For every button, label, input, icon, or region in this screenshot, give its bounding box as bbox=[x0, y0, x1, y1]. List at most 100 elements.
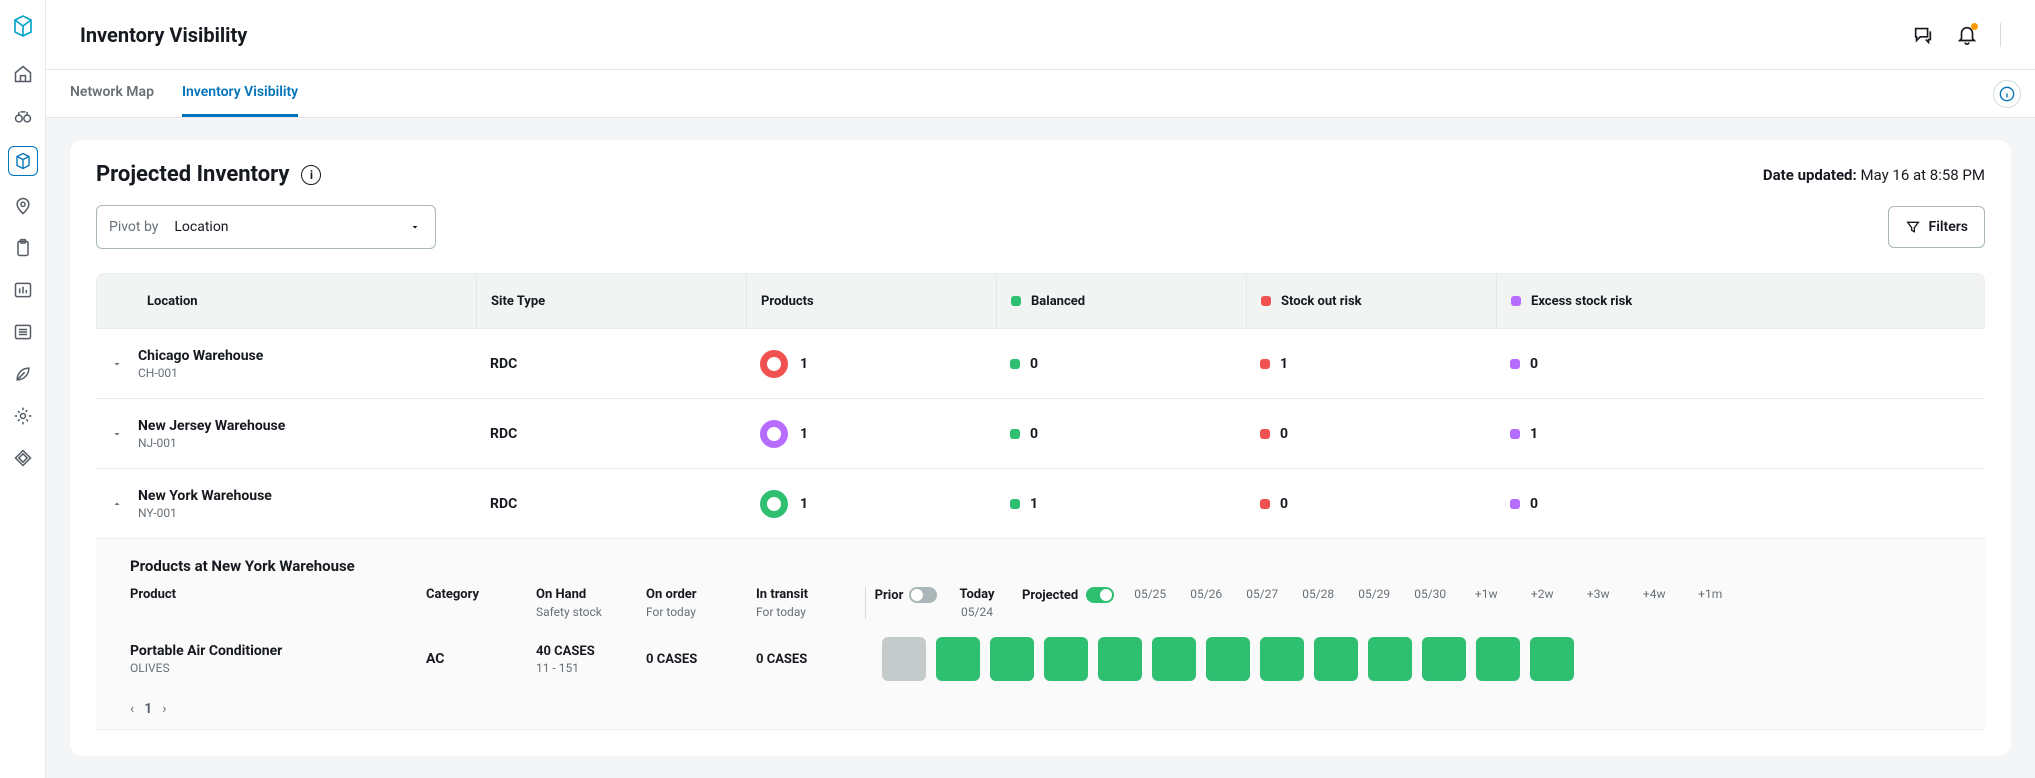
header-excess: Excess stock risk bbox=[1497, 294, 1984, 309]
tab-bar: Network Map Inventory Visibility bbox=[46, 70, 2035, 118]
binoculars-icon[interactable] bbox=[11, 104, 35, 128]
location-code: NJ-001 bbox=[138, 436, 285, 450]
expand-toggle[interactable] bbox=[104, 498, 130, 510]
list-icon[interactable] bbox=[11, 320, 35, 344]
donut-icon bbox=[760, 420, 788, 448]
dot-icon bbox=[1510, 359, 1520, 369]
tab-network-map[interactable]: Network Map bbox=[70, 70, 154, 117]
leaf-icon[interactable] bbox=[11, 362, 35, 386]
site-type-cell: RDC bbox=[476, 356, 746, 372]
tab-inventory-visibility[interactable]: Inventory Visibility bbox=[182, 70, 298, 117]
excess-dot-icon bbox=[1511, 296, 1521, 306]
product-category: AC bbox=[426, 651, 536, 667]
projected-label: Projected bbox=[1022, 588, 1078, 603]
projection-date: 05/30 bbox=[1402, 587, 1458, 601]
pin-icon[interactable] bbox=[11, 194, 35, 218]
section-title: Projected Inventory bbox=[96, 162, 289, 187]
notification-dot bbox=[1971, 23, 1978, 30]
date-updated: Date updated: May 16 at 8:58 PM bbox=[1763, 166, 1985, 184]
excess-count: 1 bbox=[1530, 426, 1538, 442]
dot-icon bbox=[1010, 359, 1020, 369]
expanded-products-panel: Products at New York Warehouse Product C… bbox=[96, 539, 1985, 730]
inventory-cell[interactable] bbox=[1098, 637, 1142, 681]
products-count: 1 bbox=[800, 426, 808, 442]
divider bbox=[2000, 23, 2001, 47]
inventory-cell[interactable] bbox=[1368, 637, 1412, 681]
app-logo-icon[interactable] bbox=[11, 14, 35, 38]
inventory-cell[interactable] bbox=[1314, 637, 1358, 681]
gear-icon[interactable] bbox=[11, 404, 35, 428]
pivot-by-select[interactable]: Pivot by Location bbox=[96, 205, 436, 249]
projection-date: +3w bbox=[1570, 587, 1626, 601]
table-row[interactable]: New York Warehouse NY-001 RDC 1 1 0 0 bbox=[96, 469, 1985, 539]
expand-toggle[interactable] bbox=[104, 358, 130, 370]
prev-page-icon[interactable]: ‹ bbox=[130, 701, 134, 717]
subpanel-title: Products at New York Warehouse bbox=[130, 557, 1959, 575]
dot-icon bbox=[1010, 499, 1020, 509]
inventory-cell[interactable] bbox=[1206, 637, 1250, 681]
location-code: CH-001 bbox=[138, 366, 263, 380]
projected-toggle[interactable] bbox=[1086, 587, 1114, 603]
prior-toggle[interactable] bbox=[909, 587, 937, 603]
inventory-cell[interactable] bbox=[1260, 637, 1304, 681]
expand-toggle[interactable] bbox=[104, 428, 130, 440]
projection-date: 05/27 bbox=[1234, 587, 1290, 601]
projected-toggle-group: Projected bbox=[1022, 587, 1114, 603]
pivot-value: Location bbox=[174, 219, 393, 235]
header-product: Product bbox=[130, 587, 426, 602]
box-icon[interactable] bbox=[8, 146, 38, 176]
projection-date: 05/28 bbox=[1290, 587, 1346, 601]
projection-date: +2w bbox=[1514, 587, 1570, 601]
inventory-cell[interactable] bbox=[882, 637, 926, 681]
product-code: OLIVES bbox=[130, 661, 426, 675]
product-name: Portable Air Conditioner bbox=[130, 643, 426, 659]
header-site-type: Site Type bbox=[477, 274, 747, 328]
on-order-cell: 0 CASES bbox=[646, 652, 756, 667]
inventory-cell[interactable] bbox=[1476, 637, 1520, 681]
inventory-cell[interactable] bbox=[936, 637, 980, 681]
header-location: Location bbox=[97, 274, 477, 328]
header-products: Products bbox=[747, 274, 997, 328]
location-code: NY-001 bbox=[138, 506, 272, 520]
chart-icon[interactable] bbox=[11, 278, 35, 302]
in-transit-cell: 0 CASES bbox=[756, 652, 866, 667]
balanced-count: 0 bbox=[1030, 426, 1038, 442]
feedback-icon[interactable] bbox=[1912, 24, 1934, 46]
projection-date: 05/29 bbox=[1346, 587, 1402, 601]
table-row[interactable]: New Jersey Warehouse NJ-001 RDC 1 0 0 1 bbox=[96, 399, 1985, 469]
clipboard-icon[interactable] bbox=[11, 236, 35, 260]
dot-icon bbox=[1010, 429, 1020, 439]
inventory-cell[interactable] bbox=[990, 637, 1034, 681]
stockout-count: 1 bbox=[1280, 356, 1288, 372]
stockout-count: 0 bbox=[1280, 496, 1288, 512]
page-title: Inventory Visibility bbox=[80, 23, 247, 47]
date-updated-label: Date updated: bbox=[1763, 166, 1857, 184]
bell-icon[interactable] bbox=[1956, 24, 1978, 46]
inventory-cell[interactable] bbox=[1422, 637, 1466, 681]
product-row[interactable]: Portable Air Conditioner OLIVES AC 40 CA… bbox=[130, 637, 1959, 689]
header-stock-out: Stock out risk bbox=[1247, 274, 1497, 328]
excess-count: 0 bbox=[1530, 356, 1538, 372]
top-bar: Inventory Visibility bbox=[46, 0, 2035, 70]
balanced-count: 1 bbox=[1030, 496, 1038, 512]
excess-count: 0 bbox=[1530, 496, 1538, 512]
inventory-cell[interactable] bbox=[1530, 637, 1574, 681]
info-icon[interactable]: i bbox=[301, 165, 321, 185]
table-row[interactable]: Chicago Warehouse CH-001 RDC 1 0 1 0 bbox=[96, 329, 1985, 399]
prior-toggle-group: Prior bbox=[866, 587, 946, 603]
inventory-cell[interactable] bbox=[1152, 637, 1196, 681]
header-in-transit: In transit For today bbox=[756, 587, 866, 619]
site-type-cell: RDC bbox=[476, 426, 746, 442]
header-today: Today 05/24 bbox=[946, 587, 1008, 619]
location-name: New York Warehouse bbox=[138, 488, 272, 504]
info-button[interactable] bbox=[1993, 80, 2021, 108]
inventory-cell[interactable] bbox=[1044, 637, 1088, 681]
site-type-cell: RDC bbox=[476, 496, 746, 512]
next-page-icon[interactable]: › bbox=[162, 701, 166, 717]
filters-button[interactable]: Filters bbox=[1888, 206, 1985, 248]
chevron-down-icon bbox=[409, 221, 421, 233]
donut-icon bbox=[760, 490, 788, 518]
dot-icon bbox=[1260, 499, 1270, 509]
home-icon[interactable] bbox=[11, 62, 35, 86]
diamond-icon[interactable] bbox=[11, 446, 35, 470]
